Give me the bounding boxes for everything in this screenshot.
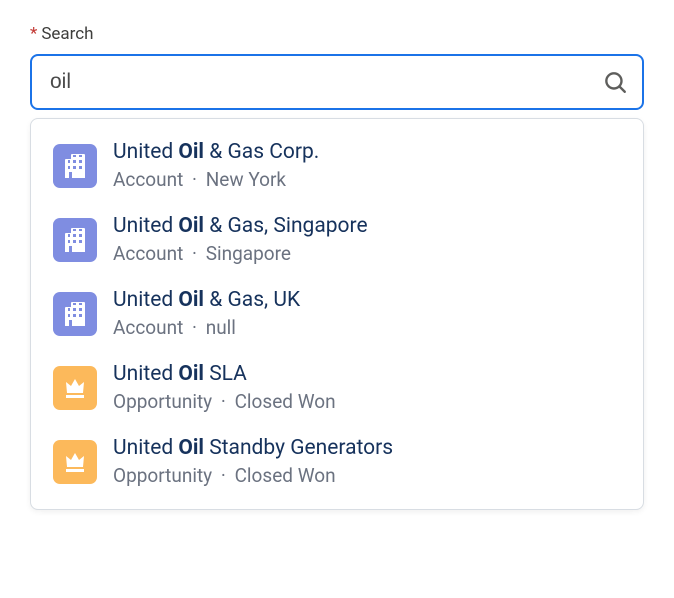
search-label-text: Search [41,24,93,44]
search-result-item[interactable]: United Oil SLAOpportunity · Closed Won [31,351,643,425]
search-result-item[interactable]: United Oil Standby GeneratorsOpportunity… [31,425,643,499]
result-title: United Oil SLA [113,361,336,388]
result-meta-detail: New York [206,168,286,191]
result-text: United Oil SLAOpportunity · Closed Won [113,361,336,415]
required-asterisk: * [30,26,37,43]
result-title-pre: United [113,362,178,386]
result-meta-detail: Closed Won [235,464,336,487]
result-meta-type: Account [113,168,183,191]
search-result-item[interactable]: United Oil & Gas, UKAccount · null [31,277,643,351]
result-title-match: Oil [178,436,204,460]
result-meta: Opportunity · Closed Won [113,464,393,489]
result-title-match: Oil [178,214,204,238]
meta-separator: · [192,168,197,191]
building-icon [53,144,97,188]
result-title: United Oil & Gas, UK [113,287,300,314]
result-title-post: Standby Generators [204,436,393,460]
result-meta-type: Opportunity [113,464,212,487]
result-title-post: & Gas, Singapore [204,214,368,238]
result-meta-type: Account [113,316,183,339]
result-title-pre: United [113,288,178,312]
search-field-label: * Search [30,24,644,44]
result-title-pre: United [113,436,178,460]
search-result-item[interactable]: United Oil & Gas Corp.Account · New York [31,129,643,203]
result-title-post: & Gas, UK [204,288,300,312]
result-title-pre: United [113,140,178,164]
result-meta-type: Account [113,242,183,265]
result-meta-detail: Closed Won [235,390,336,413]
meta-separator: · [192,316,197,339]
result-text: United Oil & Gas Corp.Account · New York [113,139,319,193]
result-title-post: SLA [204,362,247,386]
search-input-wrapper [30,54,644,110]
result-meta: Account · Singapore [113,242,368,267]
meta-separator: · [192,242,197,265]
result-title: United Oil & Gas, Singapore [113,213,368,240]
result-title-match: Oil [178,288,204,312]
result-text: United Oil Standby GeneratorsOpportunity… [113,435,393,489]
crown-icon [53,440,97,484]
building-icon [53,218,97,262]
search-result-item[interactable]: United Oil & Gas, SingaporeAccount · Sin… [31,203,643,277]
building-icon [53,292,97,336]
result-text: United Oil & Gas, SingaporeAccount · Sin… [113,213,368,267]
result-title-pre: United [113,214,178,238]
result-title: United Oil & Gas Corp. [113,139,319,166]
crown-icon [53,366,97,410]
result-meta-detail: null [206,316,236,339]
result-meta-type: Opportunity [113,390,212,413]
search-results-dropdown: United Oil & Gas Corp.Account · New York… [30,118,644,510]
result-meta: Account · New York [113,168,319,193]
result-meta: Opportunity · Closed Won [113,390,336,415]
meta-separator: · [221,464,226,487]
search-icon[interactable] [602,69,628,95]
result-title-match: Oil [178,140,204,164]
result-text: United Oil & Gas, UKAccount · null [113,287,300,341]
search-input[interactable] [30,54,644,110]
result-title-post: & Gas Corp. [204,140,319,164]
result-title: United Oil Standby Generators [113,435,393,462]
result-meta-detail: Singapore [206,242,291,265]
meta-separator: · [221,390,226,413]
result-title-match: Oil [178,362,204,386]
result-meta: Account · null [113,316,300,341]
